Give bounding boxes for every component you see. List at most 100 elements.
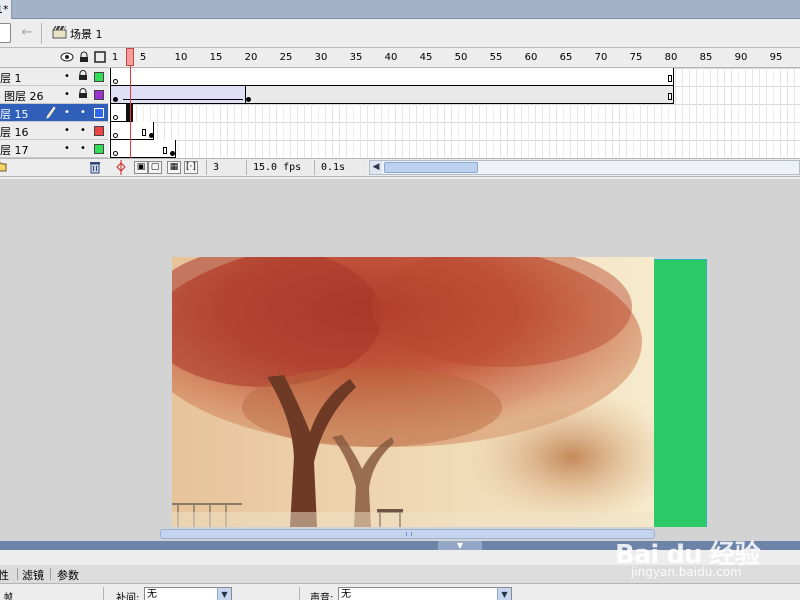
center-frame-icon[interactable] <box>115 160 127 175</box>
scrollbar-grip <box>406 532 412 536</box>
visibility-dot[interactable]: • <box>64 71 70 82</box>
tween-value: 无 <box>147 589 157 600</box>
elapsed-time: 0.1s <box>314 160 366 175</box>
onion-skin-outlines-icon[interactable]: ▢ <box>148 161 162 174</box>
onion-skin-icon[interactable]: ▣ <box>134 161 148 174</box>
frame-number: 60 <box>524 52 538 63</box>
edit-bar: ← 场景 1 <box>0 19 800 48</box>
frame-number: 65 <box>559 52 573 63</box>
sound-select[interactable]: 无 ▼ <box>338 587 512 600</box>
frame-number: 20 <box>244 52 258 63</box>
visibility-dot[interactable]: • <box>64 107 70 118</box>
frame-number: 10 <box>174 52 188 63</box>
stage-horizontal-scrollbar[interactable] <box>160 529 655 539</box>
layer-row-selected[interactable]: 层 15 • • <box>0 104 108 122</box>
document-tab-bar: 1* <box>0 0 800 19</box>
tab-parameters[interactable]: 参数 <box>57 567 79 583</box>
lock-icon[interactable] <box>78 70 88 84</box>
lock-icon[interactable] <box>78 51 90 63</box>
folder-icon[interactable] <box>0 161 7 176</box>
frame-number: 70 <box>594 52 608 63</box>
visibility-dot[interactable]: • <box>64 143 70 154</box>
edit-bar-divider <box>41 23 42 44</box>
keyframe-empty[interactable] <box>113 151 118 156</box>
tween-select[interactable]: 无 ▼ <box>144 587 232 600</box>
scrollbar-thumb[interactable] <box>384 162 478 173</box>
lock-dot[interactable]: • <box>80 125 86 136</box>
frame-ruler[interactable]: 1 5 10 15 20 25 30 35 40 45 50 55 60 65 … <box>109 48 800 68</box>
scene-label[interactable]: 场景 1 <box>70 26 103 42</box>
props-divider <box>299 587 300 600</box>
layer-name: 层 1 <box>0 72 22 85</box>
keyframe-empty[interactable] <box>113 79 118 84</box>
collapse-arrow-icon[interactable]: ▼ <box>438 541 482 550</box>
span-end-frame[interactable] <box>142 129 146 136</box>
outline-square-icon[interactable] <box>94 51 106 63</box>
edit-bar-field[interactable] <box>0 23 11 43</box>
timeline-status-bar: ▣ ▢ ▦ [·] 3 15.0 fps 0.1s ◀ <box>0 158 800 177</box>
keyframe-empty[interactable] <box>113 115 118 120</box>
document-tab[interactable]: 1* <box>0 0 12 19</box>
tab-filters[interactable]: 滤镜 <box>22 567 44 583</box>
autumn-tree-photo[interactable] <box>172 257 654 527</box>
visibility-dot[interactable]: • <box>64 89 70 100</box>
layer-color-swatch[interactable] <box>94 72 104 82</box>
lock-icon[interactable] <box>78 88 88 102</box>
layer-name: 层 17 <box>0 144 29 157</box>
layer-color-swatch[interactable] <box>94 126 104 136</box>
timeline-panel: 层 1 • 图层 26 • 层 15 • • 层 16 • • 层 17 • • <box>0 48 800 179</box>
props-divider <box>103 587 104 600</box>
trash-icon[interactable] <box>89 161 101 177</box>
green-rectangle-shape[interactable] <box>654 259 707 527</box>
lock-dot[interactable]: • <box>80 143 86 154</box>
frame-number: 90 <box>734 52 748 63</box>
frame-number: 1 <box>111 52 119 63</box>
tab-divider <box>17 568 18 580</box>
keyframe[interactable] <box>149 133 154 138</box>
frame-number: 95 <box>769 52 783 63</box>
keyframe[interactable] <box>170 151 175 156</box>
layer-row[interactable]: 图层 26 • <box>0 86 108 104</box>
lock-dot[interactable]: • <box>80 107 86 118</box>
visibility-dot[interactable]: • <box>64 125 70 136</box>
layer-row[interactable]: 层 17 • • <box>0 140 108 158</box>
span-end-frame[interactable] <box>668 93 672 100</box>
frame-number: 30 <box>314 52 328 63</box>
frame-number: 35 <box>349 52 363 63</box>
scene-clapper-icon <box>52 25 67 39</box>
frames-area[interactable]: 1 5 10 15 20 25 30 35 40 45 50 55 60 65 … <box>109 48 800 158</box>
tab-properties[interactable]: 性 <box>0 567 9 583</box>
layer-name: 层 16 <box>0 126 29 139</box>
tab-divider <box>50 568 51 580</box>
timeline-horizontal-scrollbar[interactable]: ◀ <box>369 160 800 175</box>
frame-number: 40 <box>384 52 398 63</box>
frame-number: 85 <box>699 52 713 63</box>
layer-color-swatch[interactable] <box>94 144 104 154</box>
frame-span[interactable] <box>110 68 674 86</box>
eye-icon[interactable] <box>60 51 74 63</box>
keyframe[interactable] <box>113 97 118 102</box>
layer-row[interactable]: 层 16 • • <box>0 122 108 140</box>
sound-value: 无 <box>341 589 351 600</box>
frame-rate[interactable]: 15.0 fps <box>246 160 312 175</box>
layer-color-swatch[interactable] <box>94 90 104 100</box>
baidu-watermark-url: jingyan.baidu.com <box>631 565 742 579</box>
chevron-down-icon: ▼ <box>217 588 231 600</box>
scroll-left-arrow-icon[interactable]: ◀ <box>370 161 382 174</box>
playhead[interactable] <box>126 48 134 66</box>
frame-number: 5 <box>139 52 147 63</box>
chevron-down-icon: ▼ <box>497 588 511 600</box>
span-end-frame[interactable] <box>163 147 167 154</box>
edit-multiple-frames-icon[interactable]: ▦ <box>167 161 181 174</box>
modify-onion-markers-icon[interactable]: [·] <box>184 161 198 174</box>
frame-number: 15 <box>209 52 223 63</box>
span-end-frame[interactable] <box>668 75 672 82</box>
layer-color-swatch[interactable] <box>94 108 104 118</box>
frame-number: 50 <box>454 52 468 63</box>
frame-label: 帧 <box>4 593 14 600</box>
keyframe-empty[interactable] <box>113 133 118 138</box>
back-arrow-icon[interactable]: ← <box>19 25 35 41</box>
frame-number: 25 <box>279 52 293 63</box>
layer-row[interactable]: 层 1 • <box>0 68 108 86</box>
keyframe[interactable] <box>246 97 251 102</box>
